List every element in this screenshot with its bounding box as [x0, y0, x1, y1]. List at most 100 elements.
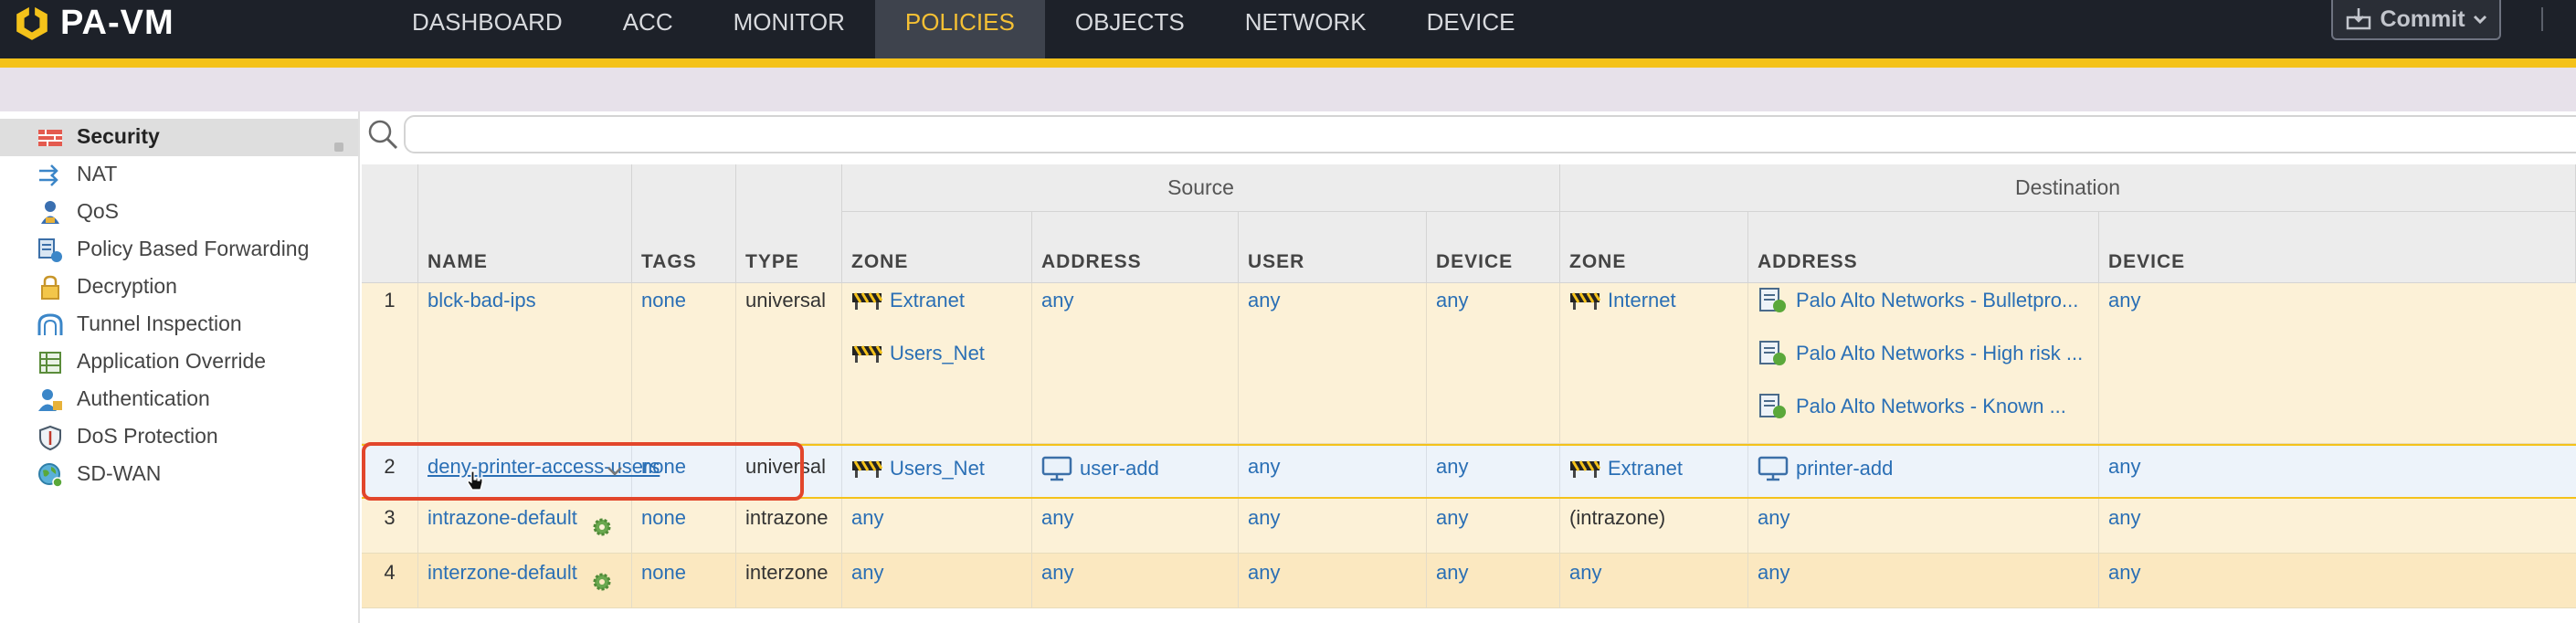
- sidebar-item-security[interactable]: Security: [0, 119, 358, 156]
- device-value[interactable]: any: [2108, 561, 2140, 585]
- source-device-cell: any: [1427, 446, 1560, 497]
- source-user-cell: any: [1239, 446, 1427, 497]
- device-value[interactable]: any: [2108, 455, 2140, 479]
- header-source-zone[interactable]: ZONE: [842, 212, 1032, 283]
- table-row[interactable]: 4 interzone-default none interzone any a…: [362, 554, 2576, 608]
- tab-policies[interactable]: POLICIES: [874, 0, 1045, 58]
- address-value[interactable]: any: [1041, 506, 1073, 530]
- tags-value[interactable]: none: [641, 561, 686, 585]
- row-number-cell: 1: [362, 283, 418, 443]
- rule-name-link[interactable]: interzone-default: [428, 561, 577, 585]
- source-user-cell: any: [1239, 283, 1427, 443]
- source-zone-cell: any: [842, 554, 1032, 607]
- tab-network[interactable]: NETWORK: [1215, 0, 1397, 58]
- header-name[interactable]: NAME: [418, 164, 632, 283]
- tab-objects[interactable]: OBJECTS: [1045, 0, 1215, 58]
- sidebar-item-tunnel-inspection[interactable]: Tunnel Inspection: [0, 306, 358, 343]
- search-icon[interactable]: [365, 117, 400, 152]
- tab-device[interactable]: DEVICE: [1397, 0, 1546, 58]
- search-input[interactable]: [404, 115, 2576, 153]
- header-source-user[interactable]: USER: [1239, 212, 1427, 283]
- header-destination-zone[interactable]: ZONE: [1560, 212, 1748, 283]
- sidebar-item-application-override[interactable]: Application Override: [0, 343, 358, 381]
- type-cell: universal: [736, 283, 842, 443]
- destination-zone-cell: Internet: [1560, 283, 1748, 443]
- header-source-device[interactable]: DEVICE: [1427, 212, 1560, 283]
- edl-link[interactable]: Palo Alto Networks - Bulletpro...: [1758, 287, 2078, 314]
- zone-value[interactable]: any: [851, 506, 883, 530]
- zone-link[interactable]: Extranet: [1569, 457, 1683, 480]
- commit-icon: [2347, 8, 2371, 30]
- tab-monitor[interactable]: MONITOR: [703, 0, 875, 58]
- zone-icon: [852, 460, 882, 478]
- edl-link[interactable]: Palo Alto Networks - Known ...: [1758, 393, 2066, 420]
- commit-button[interactable]: Commit: [2331, 0, 2501, 40]
- address-link[interactable]: user-add: [1041, 455, 1159, 482]
- resize-handle[interactable]: [334, 143, 343, 152]
- device-value[interactable]: any: [2108, 289, 2140, 312]
- sidebar-item-label: Application Override: [77, 349, 267, 373]
- address-value[interactable]: any: [1041, 289, 1073, 312]
- main-nav: DASHBOARD ACC MONITOR POLICIES OBJECTS N…: [382, 0, 1545, 58]
- edl-link[interactable]: Palo Alto Networks - High risk ...: [1758, 340, 2083, 367]
- header-type[interactable]: TYPE: [736, 164, 842, 283]
- type-value: universal: [745, 289, 827, 312]
- header-tags[interactable]: TAGS: [632, 164, 736, 283]
- table-row[interactable]: 1 blck-bad-ips none universal Extranet U…: [362, 283, 2576, 444]
- address-name: Palo Alto Networks - Bulletpro...: [1796, 289, 2079, 312]
- zone-link[interactable]: Extranet: [851, 289, 965, 312]
- zone-value[interactable]: any: [851, 561, 883, 585]
- row-number-cell: 4: [362, 554, 418, 607]
- user-value[interactable]: any: [1248, 561, 1280, 585]
- tags-value[interactable]: none: [641, 506, 686, 530]
- sidebar-item-dos-protection[interactable]: DoS Protection: [0, 418, 358, 456]
- type-value: interzone: [745, 561, 829, 584]
- header-destination-address[interactable]: ADDRESS: [1748, 212, 2099, 283]
- user-value[interactable]: any: [1248, 455, 1280, 479]
- shield-icon: [39, 425, 61, 451]
- zone-icon: [1570, 460, 1600, 478]
- address-value[interactable]: any: [1041, 561, 1073, 585]
- tab-acc[interactable]: ACC: [593, 0, 703, 58]
- rule-name-link[interactable]: blck-bad-ips: [428, 289, 536, 312]
- sidebar-item-pbf[interactable]: Policy Based Forwarding: [0, 231, 358, 269]
- row-number-cell: 3: [362, 499, 418, 553]
- sidebar-item-decryption[interactable]: Decryption: [0, 269, 358, 306]
- tags-value[interactable]: none: [641, 289, 686, 312]
- sidebar-item-sd-wan[interactable]: SD-WAN: [0, 456, 358, 493]
- rule-name-link[interactable]: intrazone-default: [428, 506, 577, 530]
- zone-link[interactable]: Internet: [1569, 289, 1676, 312]
- address-link[interactable]: printer-add: [1758, 455, 1893, 482]
- tab-dashboard[interactable]: DASHBOARD: [382, 0, 593, 58]
- device-value[interactable]: any: [1436, 455, 1468, 479]
- monitor-icon: [1758, 456, 1789, 481]
- zone-icon: [1570, 292, 1600, 310]
- auth-icon: [38, 389, 62, 411]
- address-value[interactable]: any: [1758, 561, 1789, 585]
- sidebar-item-label: Decryption: [77, 274, 177, 298]
- device-value[interactable]: any: [2108, 506, 2140, 530]
- address-value[interactable]: any: [1758, 506, 1789, 530]
- destination-address-cell: any: [1748, 554, 2099, 607]
- device-value[interactable]: any: [1436, 561, 1468, 585]
- header-group-destination: Destination: [1560, 164, 2576, 212]
- header-source-address[interactable]: ADDRESS: [1032, 212, 1239, 283]
- source-device-cell: any: [1427, 283, 1560, 443]
- predefined-rule-gear-icon: [593, 518, 611, 536]
- zone-icon: [852, 292, 882, 310]
- device-value[interactable]: any: [1436, 506, 1468, 530]
- sidebar-item-nat[interactable]: NAT: [0, 156, 358, 194]
- name-cell: intrazone-default: [418, 499, 632, 553]
- zone-value[interactable]: any: [1569, 561, 1601, 585]
- user-value[interactable]: any: [1248, 506, 1280, 530]
- header-destination-device[interactable]: DEVICE: [2099, 212, 2576, 283]
- qos-person-icon: [41, 201, 59, 224]
- device-value[interactable]: any: [1436, 289, 1468, 312]
- user-value[interactable]: any: [1248, 289, 1280, 312]
- zone-link[interactable]: Users_Net: [851, 457, 985, 480]
- table-row[interactable]: 3 intrazone-default none intrazone any a…: [362, 499, 2576, 554]
- sidebar-item-authentication[interactable]: Authentication: [0, 381, 358, 418]
- tags-cell: none: [632, 554, 736, 607]
- zone-link[interactable]: Users_Net: [851, 342, 985, 365]
- sidebar-item-qos[interactable]: QoS: [0, 194, 358, 231]
